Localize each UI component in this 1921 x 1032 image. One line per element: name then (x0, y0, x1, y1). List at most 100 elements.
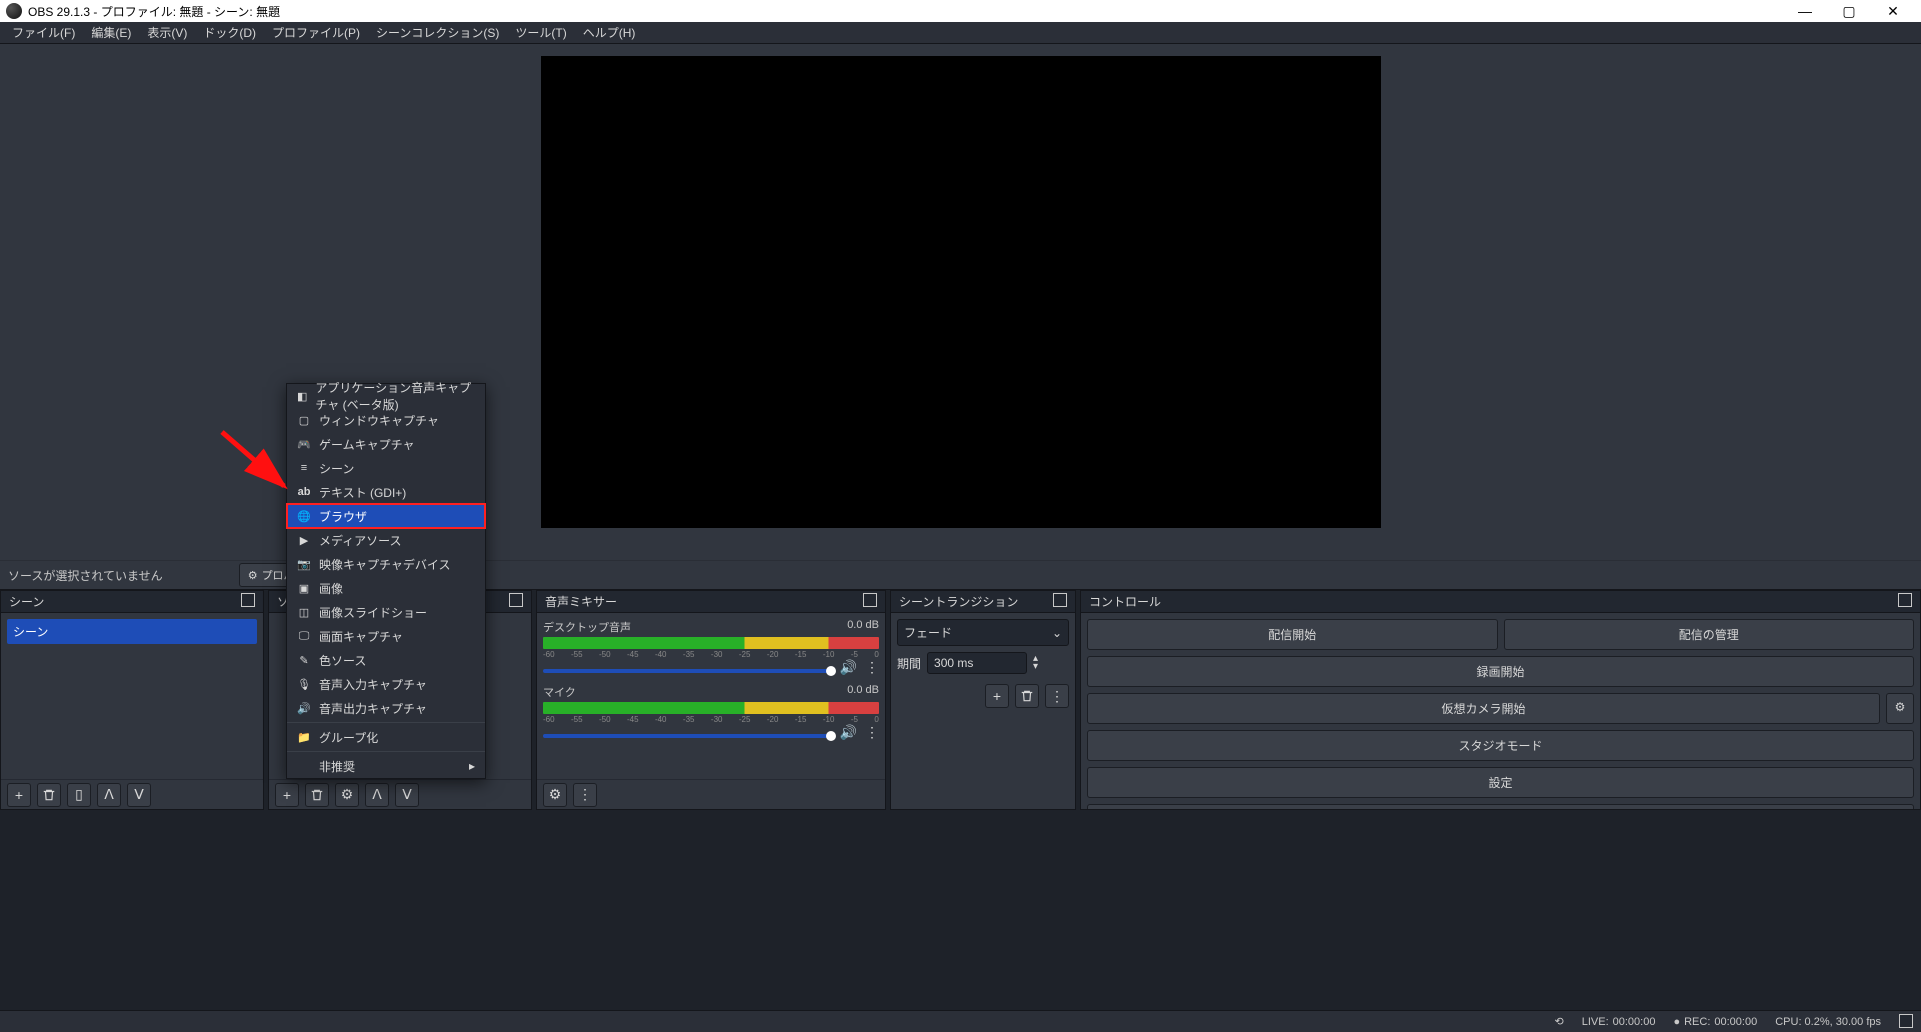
volume-slider[interactable] (543, 669, 832, 673)
menu-tools[interactable]: ツール(T) (507, 22, 574, 43)
text-icon: ab (297, 485, 311, 499)
source-up-button[interactable]: ᐱ (365, 783, 389, 807)
transition-select[interactable]: フェード ⌄ (897, 619, 1069, 646)
statusbar: ⟲ LIVE: 00:00:00 ● REC: 00:00:00 CPU: 0.… (0, 1010, 1921, 1032)
scene-down-button[interactable]: ᐯ (127, 783, 151, 807)
audio-channel-db: 0.0 dB (847, 619, 879, 635)
contextbar-message: ソースが選択されていません (8, 567, 163, 584)
manage-stream-button[interactable]: 配信の管理 (1504, 619, 1915, 650)
transitions-header[interactable]: シーントランジション (891, 591, 1075, 613)
start-vcam-button[interactable]: 仮想カメラ開始 (1087, 693, 1880, 724)
scene-item[interactable]: シーン (7, 619, 257, 644)
ctx-item-deprecated[interactable]: 非推奨▸ (287, 754, 485, 778)
menu-profile[interactable]: プロファイル(P) (264, 22, 368, 43)
audio-advanced-button[interactable]: ⚙ (543, 783, 567, 807)
ctx-item-slideshow[interactable]: ◫画像スライドショー (287, 600, 485, 624)
add-transition-button[interactable]: + (985, 684, 1009, 708)
popout-icon[interactable] (509, 595, 523, 609)
audio-mixer-header[interactable]: 音声ミキサー (537, 591, 885, 613)
ctx-item-scene[interactable]: ≡シーン (287, 456, 485, 480)
studio-mode-button[interactable]: スタジオモード (1087, 730, 1914, 761)
settings-button[interactable]: 設定 (1087, 767, 1914, 798)
minimize-button[interactable]: — (1783, 0, 1827, 22)
duration-input[interactable] (927, 652, 1027, 674)
controls-header[interactable]: コントロール (1081, 591, 1920, 613)
window-title: OBS 29.1.3 - プロファイル: 無題 - シーン: 無題 (28, 3, 1783, 20)
separator (287, 751, 485, 752)
source-properties-button[interactable]: ⚙ (335, 783, 359, 807)
exit-button[interactable]: 終了 (1087, 804, 1914, 809)
network-icon: ⟲ (1555, 1015, 1564, 1028)
audio-channel-db: 0.0 dB (847, 684, 879, 700)
status-cpu: CPU: 0.2%, 30.00 fps (1775, 1016, 1881, 1028)
speaker-icon[interactable]: 🔊 (840, 659, 857, 676)
menu-edit[interactable]: 編集(E) (83, 22, 139, 43)
browser-icon: 🌐 (297, 509, 311, 523)
start-record-button[interactable]: 録画開始 (1087, 656, 1914, 687)
menu-scene-collection[interactable]: シーンコレクション(S) (368, 22, 507, 43)
slideshow-icon: ◫ (297, 605, 311, 619)
audio-menu-button[interactable]: ⋮ (573, 783, 597, 807)
status-dock-icon[interactable] (1899, 1016, 1911, 1028)
media-icon: ▶ (297, 533, 311, 547)
ctx-item-video-capture[interactable]: 📷映像キャプチャデバイス (287, 552, 485, 576)
menu-help[interactable]: ヘルプ(H) (575, 22, 644, 43)
popout-icon[interactable] (1898, 595, 1912, 609)
popout-icon[interactable] (241, 595, 255, 609)
ctx-item-group[interactable]: 📁グループ化 (287, 725, 485, 749)
transition-menu-button[interactable]: ⋮ (1045, 684, 1069, 708)
menu-view[interactable]: 表示(V) (139, 22, 195, 43)
remove-source-button[interactable] (305, 783, 329, 807)
color-source-icon: ✎ (297, 653, 311, 667)
audio-options-button[interactable]: ⋮ (865, 659, 879, 676)
separator (287, 722, 485, 723)
close-button[interactable]: ✕ (1871, 0, 1915, 22)
ctx-item-game-capture[interactable]: 🎮ゲームキャプチャ (287, 432, 485, 456)
speaker-icon[interactable]: 🔊 (840, 724, 857, 741)
popout-icon[interactable] (863, 595, 877, 609)
add-scene-button[interactable]: + (7, 783, 31, 807)
ctx-item-audio-output[interactable]: 🔊音声出力キャプチャ (287, 696, 485, 720)
image-icon: ▣ (297, 581, 311, 595)
scene-up-button[interactable]: ᐱ (97, 783, 121, 807)
scenes-dock-header[interactable]: シーン (1, 591, 263, 613)
audio-scale: -60-55-50-45-40-35-30-25-20-15-10-50 (543, 715, 879, 724)
audio-meter (543, 637, 879, 649)
duration-label: 期間 (897, 655, 921, 672)
ctx-item-text[interactable]: abテキスト (GDI+) (287, 480, 485, 504)
start-stream-button[interactable]: 配信開始 (1087, 619, 1498, 650)
ctx-item-browser[interactable]: 🌐ブラウザ (287, 504, 485, 528)
app-audio-icon: ◧ (297, 389, 307, 403)
ctx-item-app-audio[interactable]: ◧アプリケーション音声キャプチャ (ベータ版) (287, 384, 485, 408)
audio-output-icon: 🔊 (297, 701, 311, 715)
gear-icon: ⚙ (248, 569, 258, 582)
menu-file[interactable]: ファイル(F) (4, 22, 83, 43)
transitions-dock: シーントランジション フェード ⌄ 期間 ▴▾ + ⋮ (890, 590, 1076, 810)
scenes-dock: シーン シーン + ▯ ᐱ ᐯ (0, 590, 264, 810)
popout-icon[interactable] (1053, 595, 1067, 609)
maximize-button[interactable]: ▢ (1827, 0, 1871, 22)
remove-scene-button[interactable] (37, 783, 61, 807)
spinner-icon[interactable]: ▴▾ (1033, 655, 1038, 671)
ctx-item-audio-input[interactable]: 🎙音声入力キャプチャ (287, 672, 485, 696)
ctx-item-color-source[interactable]: ✎色ソース (287, 648, 485, 672)
remove-transition-button[interactable] (1015, 684, 1039, 708)
scene-filter-button[interactable]: ▯ (67, 783, 91, 807)
volume-slider[interactable] (543, 734, 832, 738)
ctx-item-media[interactable]: ▶メディアソース (287, 528, 485, 552)
audio-options-button[interactable]: ⋮ (865, 724, 879, 741)
preview-canvas[interactable] (541, 56, 1381, 528)
audio-meter (543, 702, 879, 714)
menu-dock[interactable]: ドック(D) (195, 22, 264, 43)
add-source-context-menu: ◧アプリケーション音声キャプチャ (ベータ版) ▢ウィンドウキャプチャ 🎮ゲーム… (286, 383, 486, 779)
source-down-button[interactable]: ᐯ (395, 783, 419, 807)
add-source-button[interactable]: + (275, 783, 299, 807)
ctx-item-image[interactable]: ▣画像 (287, 576, 485, 600)
window-titlebar: OBS 29.1.3 - プロファイル: 無題 - シーン: 無題 — ▢ ✕ (0, 0, 1921, 22)
game-capture-icon: 🎮 (297, 437, 311, 451)
display-capture-icon: 🖵 (297, 629, 311, 643)
audio-channel-name: マイク (543, 684, 576, 700)
vcam-settings-button[interactable]: ⚙ (1886, 693, 1914, 724)
ctx-item-display-capture[interactable]: 🖵画面キャプチャ (287, 624, 485, 648)
menubar: ファイル(F) 編集(E) 表示(V) ドック(D) プロファイル(P) シーン… (0, 22, 1921, 44)
